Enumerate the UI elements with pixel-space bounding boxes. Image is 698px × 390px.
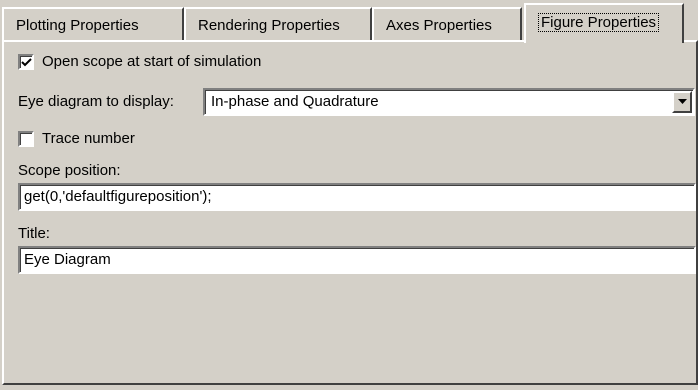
dropdown-button[interactable] xyxy=(672,91,692,113)
tab-panel: Open scope at start of simulation Eye di… xyxy=(2,40,698,385)
eye-diagram-value: In-phase and Quadrature xyxy=(211,93,379,110)
open-scope-label[interactable]: Open scope at start of simulation xyxy=(42,53,261,70)
open-scope-checkbox[interactable] xyxy=(18,54,34,70)
eye-diagram-select[interactable]: In-phase and Quadrature xyxy=(203,88,695,116)
triangle-down-icon xyxy=(678,99,687,104)
title-label: Title: xyxy=(18,225,50,242)
tab-rendering-properties[interactable]: Rendering Properties xyxy=(184,7,372,41)
eye-diagram-label: Eye diagram to display: xyxy=(18,93,174,110)
tab-axes-properties[interactable]: Axes Properties xyxy=(372,7,522,41)
title-input[interactable]: Eye Diagram xyxy=(18,246,696,274)
trace-number-checkbox[interactable] xyxy=(18,131,34,147)
tab-figure-properties[interactable]: Figure Properties xyxy=(524,3,684,43)
tab-label: Plotting Properties xyxy=(16,17,139,34)
trace-number-label[interactable]: Trace number xyxy=(42,130,135,147)
figure-properties-dialog: Plotting Properties Rendering Properties… xyxy=(0,0,698,390)
tab-label: Rendering Properties xyxy=(198,17,340,34)
tab-label: Figure Properties xyxy=(538,13,660,32)
check-mark-icon xyxy=(21,58,32,67)
scope-position-label: Scope position: xyxy=(18,162,121,179)
scope-position-input[interactable]: get(0,'defaultfigureposition'); xyxy=(18,183,696,211)
tab-plotting-properties[interactable]: Plotting Properties xyxy=(2,7,184,41)
tab-label: Axes Properties xyxy=(386,17,492,34)
